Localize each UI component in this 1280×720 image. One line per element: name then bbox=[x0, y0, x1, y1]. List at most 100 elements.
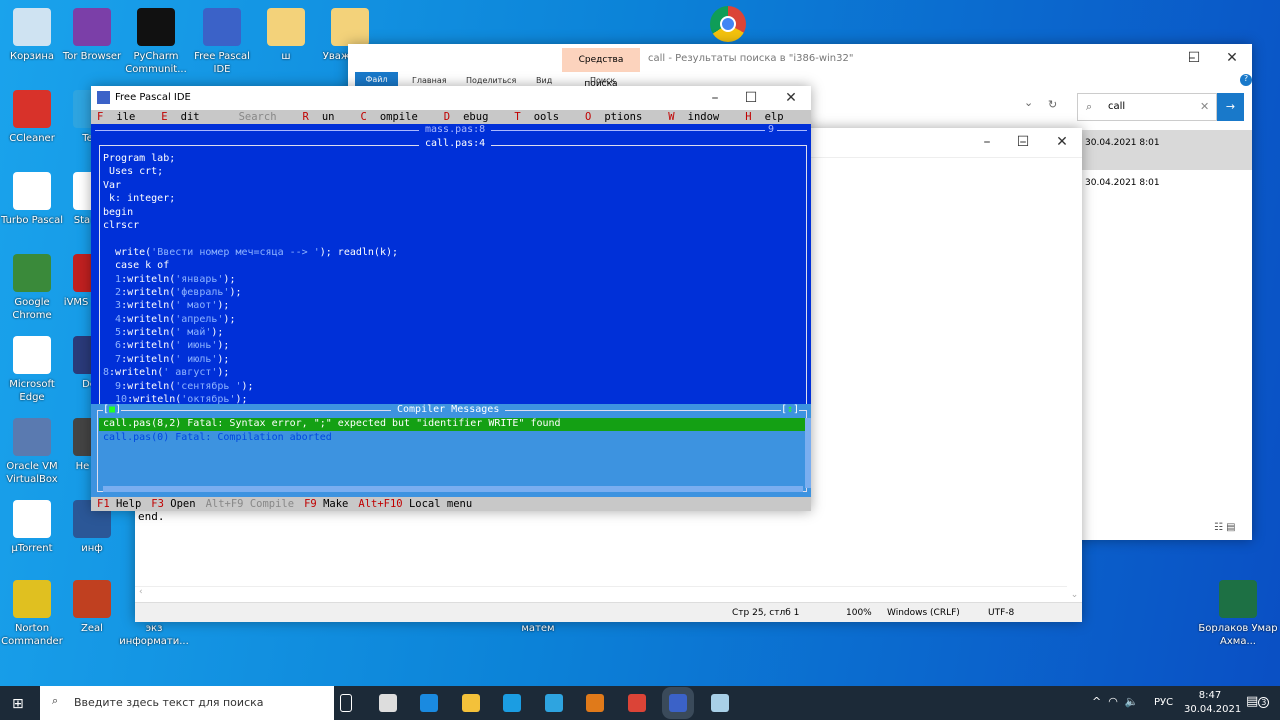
search-go-button[interactable]: → bbox=[1217, 93, 1244, 121]
chrome-icon[interactable] bbox=[710, 6, 746, 42]
desktop-icon-label: Tor Browser bbox=[62, 51, 122, 62]
panel-close-button[interactable]: [■] bbox=[103, 404, 122, 415]
status-shortcut[interactable]: F3 Open bbox=[151, 498, 195, 510]
app-icon bbox=[13, 8, 51, 46]
windows-start-icon[interactable]: ⊞ bbox=[12, 696, 24, 712]
code-line: Uses crt; bbox=[103, 166, 164, 178]
edge-icon[interactable] bbox=[503, 694, 521, 712]
code-line: 9:writeln('сентябрь '); bbox=[103, 380, 254, 392]
fpc-app-icon bbox=[97, 91, 110, 104]
tray-icons[interactable]: ^ ◠ 🔈 bbox=[1092, 695, 1139, 708]
free-pascal-icon[interactable] bbox=[669, 694, 687, 712]
app-icon bbox=[137, 8, 175, 46]
status-shortcut[interactable]: F1 Help bbox=[97, 498, 141, 510]
code-line: 2:writeln('февраль'); bbox=[103, 286, 242, 298]
menu-item[interactable]: Run bbox=[303, 111, 348, 123]
desktop-icon[interactable]: ш bbox=[250, 8, 322, 63]
menu-item[interactable]: Tools bbox=[514, 111, 572, 123]
code-line: 8:writeln(' август'); bbox=[103, 367, 230, 379]
menu-item[interactable]: Search bbox=[226, 111, 290, 123]
notepad-icon[interactable] bbox=[710, 694, 729, 712]
task-view-icon[interactable] bbox=[340, 694, 352, 712]
panel-zoom-button[interactable]: [↕] bbox=[781, 404, 800, 415]
code-line: 3:writeln(' маот'); bbox=[103, 300, 230, 312]
search-tools-tab-header: Средства поиска bbox=[562, 48, 640, 89]
messages-horizontal-scrollbar[interactable] bbox=[103, 486, 803, 492]
search-input[interactable]: ⌕ call ✕ bbox=[1077, 93, 1217, 121]
desktop-icon[interactable]: Free Pascal IDE bbox=[186, 8, 258, 76]
tab-share[interactable]: Поделиться bbox=[466, 76, 516, 85]
tab-home[interactable]: Главная bbox=[412, 76, 447, 85]
view-toggle-icons[interactable]: ☷ ▤ bbox=[1214, 522, 1236, 533]
desktop-icon[interactable]: PyCharm Communit... bbox=[120, 8, 192, 76]
vertical-scrollbar[interactable]: ⌄ bbox=[1067, 158, 1082, 602]
fpc-minimize-button[interactable]: – bbox=[695, 86, 735, 110]
clear-search-icon[interactable]: ✕ bbox=[1200, 100, 1209, 113]
fpc-maximize-button[interactable]: ☐ bbox=[731, 86, 771, 110]
messages-vertical-scrollbar[interactable] bbox=[805, 418, 811, 488]
menu-item[interactable]: Debug bbox=[444, 111, 502, 123]
result-row-1[interactable]: 30.04.2021 8:01 bbox=[1082, 130, 1252, 170]
desktop-icon[interactable]: Tor Browser bbox=[56, 8, 128, 63]
close-button[interactable]: ✕ bbox=[1212, 44, 1252, 72]
store-icon[interactable] bbox=[378, 694, 397, 712]
fpc-close-button[interactable]: ✕ bbox=[771, 86, 811, 110]
status-shortcut[interactable]: Alt+F10 Local menu bbox=[358, 498, 472, 510]
code-line: case k of bbox=[103, 260, 170, 272]
fpc-menu-bar: File Edit Search Run Compile Debug Tools Option… bbox=[97, 111, 810, 123]
code-line: k: integer; bbox=[103, 193, 176, 205]
menu-item[interactable]: Window bbox=[668, 111, 732, 123]
desktop-icon-label: Free Pascal IDE bbox=[194, 51, 250, 75]
app-icon bbox=[13, 254, 51, 292]
desktop-icon-label: µTorrent bbox=[11, 543, 53, 554]
chrome-icon[interactable] bbox=[627, 694, 646, 712]
status-shortcut[interactable]: F9 Make bbox=[304, 498, 348, 510]
code-line: clrscr bbox=[103, 219, 140, 231]
desktop-icon-label: инф bbox=[81, 543, 103, 554]
desktop-icon-label: Turbo Pascal bbox=[0, 215, 63, 226]
refresh-icon[interactable]: ↻ bbox=[1048, 98, 1057, 111]
notepad-text[interactable]: end. bbox=[138, 510, 165, 523]
desktop-icon-ekz[interactable]: экз информати... bbox=[118, 622, 190, 648]
desktop-icon-label: ш bbox=[281, 51, 291, 62]
desktop-icon-excel[interactable]: Борлаков Умар Ахма... bbox=[1196, 580, 1280, 648]
taskbar-search-input[interactable]: ⌕ Введите здесь текст для поиска bbox=[40, 686, 334, 720]
desktop-icon-label: PyCharm Communit... bbox=[125, 51, 187, 75]
notepad-maximize-button[interactable]: ☐ bbox=[1003, 128, 1043, 156]
result-row-2[interactable]: 30.04.2021 8:01 bbox=[1082, 170, 1252, 206]
clock[interactable]: 8:47 30.04.2021 bbox=[1184, 689, 1241, 717]
mail-icon[interactable] bbox=[420, 694, 438, 712]
message[interactable]: call.pas(0) Fatal: Compilation aborted bbox=[103, 432, 332, 443]
notepad-close-button[interactable]: ✕ bbox=[1042, 128, 1082, 156]
message-selected[interactable]: call.pas(8,2) Fatal: Syntax error, ";" e… bbox=[99, 418, 805, 431]
address-dropdown-icon[interactable]: ⌄ bbox=[1024, 96, 1033, 109]
file-explorer-icon[interactable] bbox=[461, 694, 480, 712]
telegram-icon[interactable] bbox=[544, 694, 563, 712]
notepad-minimize-icon[interactable]: – bbox=[967, 128, 1007, 156]
menu-item[interactable]: File bbox=[97, 111, 148, 123]
menu-item[interactable]: Help bbox=[745, 111, 796, 123]
front-window-title[interactable]: call.pas:4 bbox=[419, 138, 492, 149]
language-indicator[interactable]: РУС bbox=[1154, 697, 1173, 708]
menu-item[interactable]: Options bbox=[585, 111, 655, 123]
tab-search[interactable]: Поиск bbox=[590, 76, 615, 85]
fpc-titlebar: Free Pascal IDE – ☐ ✕ bbox=[91, 86, 811, 110]
app-icon bbox=[13, 500, 51, 538]
tab-view[interactable]: Вид bbox=[536, 76, 552, 85]
sublime-icon[interactable] bbox=[586, 694, 604, 712]
menu-item[interactable]: Compile bbox=[361, 111, 431, 123]
maximize-button[interactable]: ☐ bbox=[1174, 44, 1214, 72]
horizontal-scrollbar[interactable]: ‹ bbox=[135, 586, 1067, 602]
code-editor[interactable]: Program lab; Uses crt; Var k: integer; beg… bbox=[103, 152, 398, 406]
status-shortcut[interactable]: Alt+F9 Compile bbox=[206, 498, 295, 510]
notifications-icon[interactable]: ▤ 3 bbox=[1246, 694, 1270, 709]
compiler-messages-title: Compiler Messages bbox=[391, 404, 506, 415]
fpc-window: Free Pascal IDE – ☐ ✕ File Edit Search Run C… bbox=[91, 86, 811, 511]
app-icon bbox=[331, 8, 369, 46]
menu-item[interactable]: Edit bbox=[161, 111, 212, 123]
back-window-title[interactable]: mass.pas:8 bbox=[419, 124, 492, 135]
desktop-icon-matem[interactable]: матем bbox=[502, 622, 574, 635]
app-icon bbox=[13, 418, 51, 456]
help-icon[interactable]: ? bbox=[1240, 74, 1252, 86]
